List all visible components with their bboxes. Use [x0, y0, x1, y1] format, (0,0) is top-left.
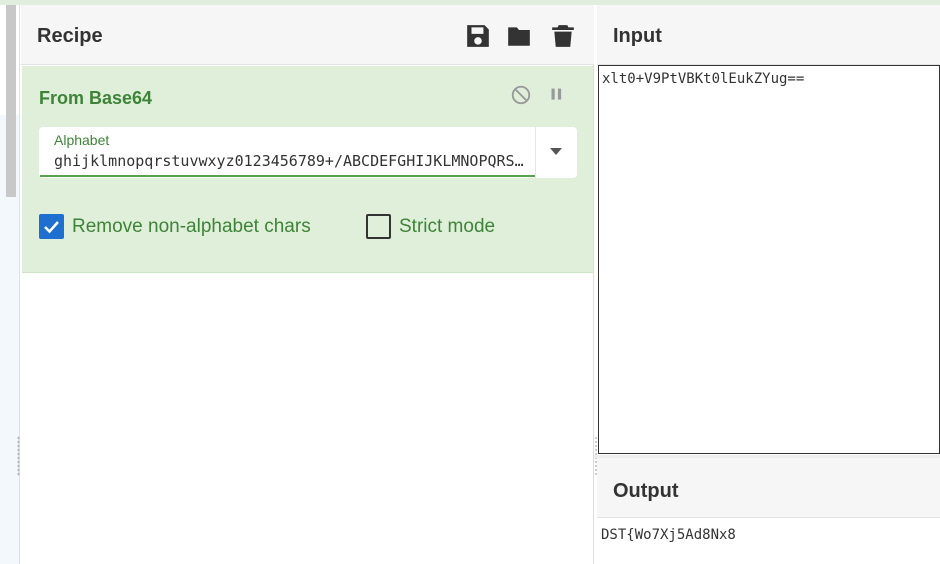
input-textarea[interactable]: xlt0+V9PtVBKt0lEukZYug== — [598, 65, 940, 454]
operation-title: From Base64 — [39, 88, 153, 108]
alphabet-underline — [40, 175, 536, 177]
alphabet-dropdown-button[interactable] — [536, 127, 577, 178]
remove-non-alphabet-checkbox[interactable]: Remove non-alphabet chars — [39, 214, 339, 240]
alphabet-input[interactable]: ghijklmnopqrstuvwxyz0123456789+/ABCDEFGH… — [54, 152, 524, 170]
input-title: Input — [613, 25, 662, 47]
left-resize-handle[interactable] — [17, 436, 20, 476]
operations-scrollbar[interactable] — [6, 5, 16, 197]
output-text[interactable]: DST{Wo7Xj5Ad8Nx8 — [601, 527, 736, 543]
strict-mode-checkbox[interactable]: Strict mode — [366, 214, 526, 240]
alphabet-label: Alphabet — [54, 132, 110, 148]
output-title: Output — [613, 480, 679, 502]
pause-icon[interactable] — [546, 84, 568, 106]
save-icon[interactable] — [465, 23, 491, 49]
folder-icon[interactable] — [506, 23, 532, 49]
strict-mode-label: Strict mode — [399, 216, 496, 237]
disable-icon[interactable] — [510, 84, 532, 106]
output-panel: Output DST{Wo7Xj5Ad8Nx8 — [597, 458, 940, 564]
output-header: Output — [597, 458, 940, 518]
remove-non-alphabet-label: Remove non-alphabet chars — [72, 216, 311, 237]
alphabet-field[interactable]: Alphabet ghijklmnopqrstuvwxyz0123456789+… — [39, 127, 577, 178]
checkbox-unchecked[interactable] — [366, 214, 391, 239]
checkbox-checked[interactable] — [39, 214, 64, 239]
checkmark-icon — [44, 221, 59, 234]
input-header: Input — [597, 5, 940, 65]
recipe-header: Recipe — [21, 5, 594, 65]
trash-icon[interactable] — [550, 23, 576, 49]
operations-panel-edge — [0, 5, 20, 564]
caret-down-icon — [550, 148, 562, 155]
operation-from-base64: From Base64 Alphabet ghijklmnopqrstuvwxy… — [22, 66, 593, 273]
recipe-panel: Recipe From Base64 Alphabet ghijklmnopqr… — [21, 5, 594, 564]
recipe-title: Recipe — [37, 25, 103, 47]
cyberchef-app: Recipe From Base64 Alphabet ghijklmnopqr… — [0, 0, 940, 564]
input-panel: Input xlt0+V9PtVBKt0lEukZYug== — [597, 5, 940, 455]
